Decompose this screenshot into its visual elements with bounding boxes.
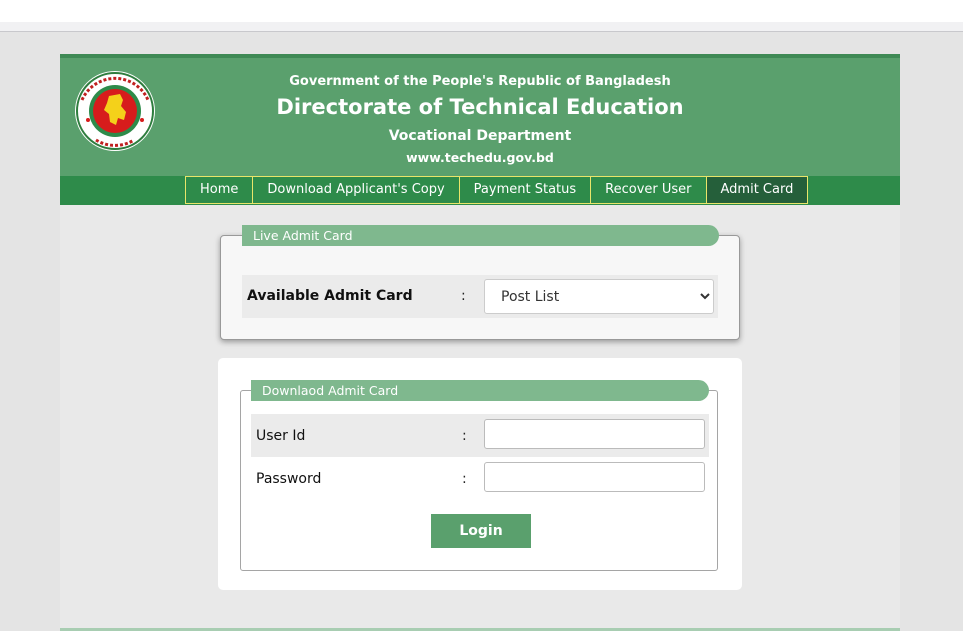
nav-item-home[interactable]: Home [185,176,254,204]
nav-menu: Home Download Applicant's Copy Payment S… [185,176,809,204]
download-admit-card-legend: Downlaod Admit Card [251,380,709,401]
nav-item-download-applicants-copy[interactable]: Download Applicant's Copy [252,176,460,204]
user-id-label: User Id [256,428,306,444]
nav-item-payment-status[interactable]: Payment Status [458,176,592,204]
colon-separator: : [462,428,467,444]
department-title: Vocational Department [388,128,572,144]
nav-item-recover-user[interactable]: Recover User [590,176,707,204]
user-id-input[interactable] [484,419,705,449]
download-admit-card-fieldset: Downlaod Admit Card User Id : Password :… [240,380,718,571]
login-button[interactable]: Login [431,514,531,548]
user-id-row: User Id : [251,414,709,457]
available-admit-card-label: Available Admit Card [247,288,413,304]
navigation-bar: Home Download Applicant's Copy Payment S… [60,176,900,205]
password-input[interactable] [484,462,705,492]
password-label: Password [256,471,322,487]
website-url: www.techedu.gov.bd [406,150,554,165]
download-admit-card-panel: Downlaod Admit Card User Id : Password :… [218,358,742,590]
page-container: Government of the People's Republic of B… [60,54,900,631]
directorate-title: Directorate of Technical Education [276,95,684,119]
government-title: Government of the People's Republic of B… [289,74,671,89]
browser-divider [0,22,963,32]
password-row: Password : [251,457,709,500]
browser-top-area [0,0,963,22]
nav-item-admit-card[interactable]: Admit Card [705,176,809,204]
site-header: Government of the People's Republic of B… [60,54,900,176]
live-admit-card-legend: Live Admit Card [242,225,719,246]
colon-separator: : [462,471,467,487]
post-list-select[interactable]: Post List [484,279,714,314]
live-admit-card-panel: Live Admit Card Available Admit Card : P… [220,225,740,340]
available-admit-card-row: Available Admit Card : Post List [242,275,718,318]
colon-separator: : [461,288,466,304]
